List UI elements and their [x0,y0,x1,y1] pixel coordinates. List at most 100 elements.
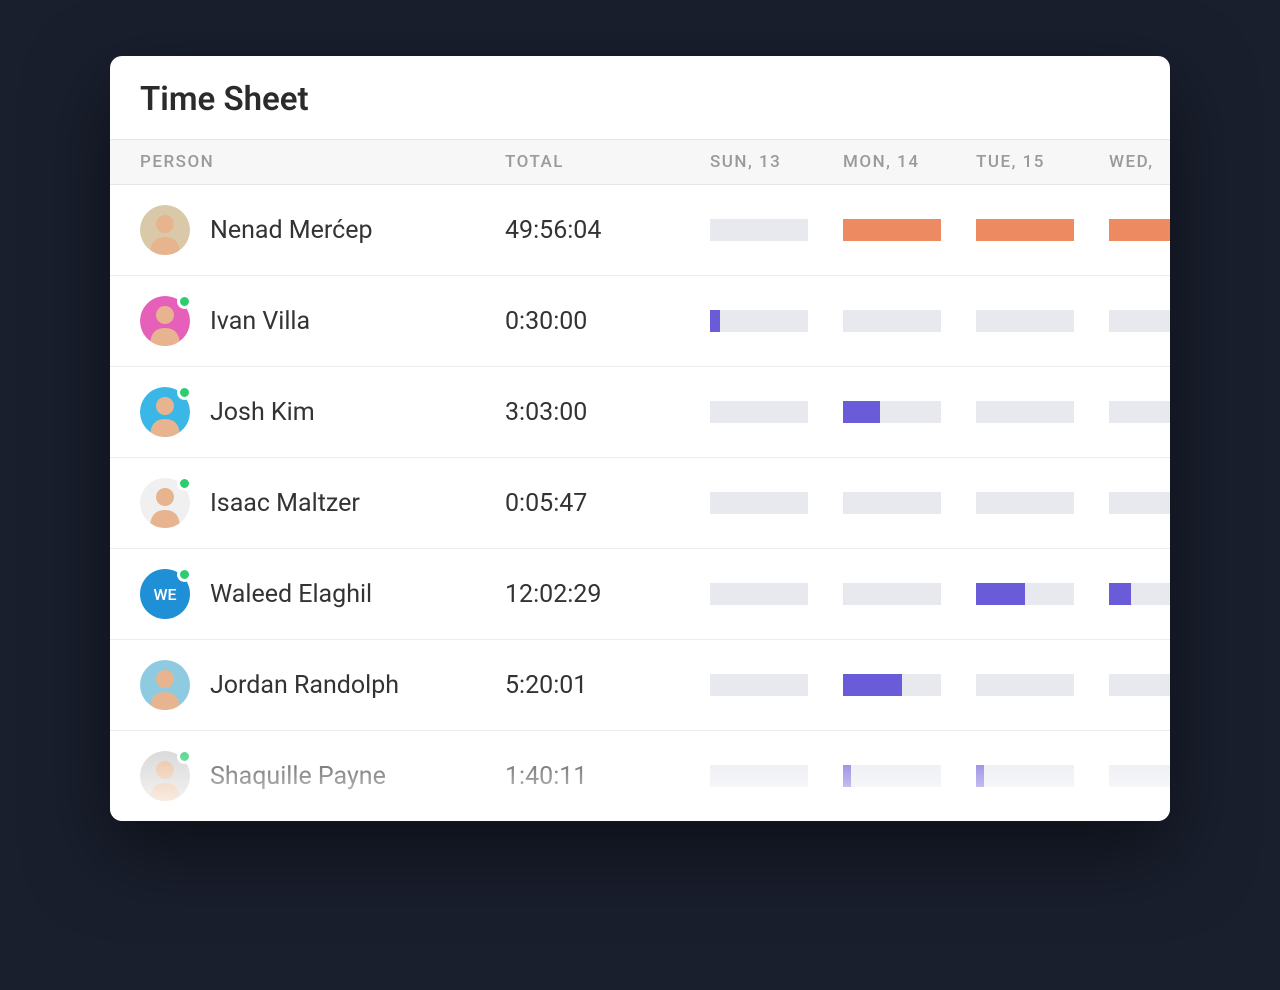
time-bar-fill [976,765,984,787]
online-status-indicator [177,476,192,491]
time-bar [710,583,808,605]
day-cell[interactable] [976,492,1109,514]
day-cell[interactable] [710,310,843,332]
day-cell[interactable] [710,401,843,423]
day-cell[interactable] [1109,219,1170,241]
time-bar [976,219,1074,241]
time-bar-fill [1109,583,1131,605]
total-time: 49:56:04 [505,216,710,245]
avatar[interactable] [140,478,190,528]
time-bar-fill [843,401,880,423]
time-bar [843,674,941,696]
time-bar [843,219,941,241]
day-cell[interactable] [976,401,1109,423]
person-cell: WE Waleed Elaghil [140,569,505,619]
total-time: 0:05:47 [505,489,710,518]
person-cell: Nenad Merćep [140,205,505,255]
table-row[interactable]: Jordan Randolph 5:20:01 [110,640,1170,731]
table-row[interactable]: Ivan Villa 0:30:00 [110,276,1170,367]
day-cell[interactable] [976,674,1109,696]
time-bar [976,765,1074,787]
person-name[interactable]: Ivan Villa [210,307,310,336]
total-time: 5:20:01 [505,671,710,700]
header-day-2[interactable]: TUE, 15 [976,152,1109,172]
time-bar [843,310,941,332]
total-time: 0:30:00 [505,307,710,336]
day-cell[interactable] [843,674,976,696]
time-bar [710,401,808,423]
day-cell[interactable] [710,765,843,787]
day-cell[interactable] [843,492,976,514]
time-bar [843,401,941,423]
header-day-1[interactable]: MON, 14 [843,152,976,172]
day-cell[interactable] [843,583,976,605]
header-person[interactable]: PERSON [140,152,505,172]
day-cell[interactable] [976,310,1109,332]
day-cell[interactable] [1109,492,1170,514]
day-cell[interactable] [710,492,843,514]
time-bar [843,765,941,787]
avatar[interactable] [140,205,190,255]
day-cell[interactable] [1109,674,1170,696]
table-row[interactable]: WE Waleed Elaghil 12:02:29 [110,549,1170,640]
time-bar [976,492,1074,514]
time-bar [1109,310,1170,332]
day-cell[interactable] [1109,401,1170,423]
time-bar-fill [843,219,941,241]
day-cell[interactable] [843,219,976,241]
day-cell[interactable] [710,583,843,605]
table-row[interactable]: Isaac Maltzer 0:05:47 [110,458,1170,549]
person-name[interactable]: Josh Kim [210,398,315,427]
person-cell: Jordan Randolph [140,660,505,710]
table-row[interactable]: Shaquille Payne 1:40:11 [110,731,1170,821]
header-total[interactable]: TOTAL [505,152,710,172]
time-bar-fill [976,583,1025,605]
day-cell[interactable] [976,765,1109,787]
person-name[interactable]: Waleed Elaghil [210,580,372,609]
day-cell[interactable] [843,310,976,332]
header-day-3[interactable]: WED, [1109,152,1170,172]
page-title: Time Sheet [110,56,1170,139]
time-bar [976,583,1074,605]
person-cell: Josh Kim [140,387,505,437]
day-cell[interactable] [1109,310,1170,332]
avatar-image [140,205,190,255]
table-row[interactable]: Josh Kim3:03:00 [110,367,1170,458]
time-bar [1109,583,1170,605]
header-day-0[interactable]: SUN, 13 [710,152,843,172]
person-name[interactable]: Jordan Randolph [210,671,399,700]
time-bar [1109,674,1170,696]
avatar[interactable] [140,660,190,710]
total-time: 12:02:29 [505,580,710,609]
day-cell[interactable] [843,401,976,423]
time-bar [710,310,808,332]
time-bar [976,401,1074,423]
day-cell[interactable] [710,674,843,696]
time-bar [1109,401,1170,423]
day-cell[interactable] [976,583,1109,605]
timesheet-card: Time Sheet PERSON TOTAL SUN, 13 MON, 14 … [110,56,1170,821]
time-bar [710,765,808,787]
time-bar [1109,765,1170,787]
time-bar-fill [843,765,851,787]
time-bar-fill [1109,219,1170,241]
person-name[interactable]: Isaac Maltzer [210,489,360,518]
total-time: 1:40:11 [505,762,710,791]
avatar[interactable]: WE [140,569,190,619]
person-name[interactable]: Shaquille Payne [210,762,386,791]
avatar[interactable] [140,296,190,346]
avatar[interactable] [140,751,190,801]
time-bar [976,674,1074,696]
table-row[interactable]: Nenad Merćep 49:56:04 [110,185,1170,276]
avatar[interactable] [140,387,190,437]
day-cell[interactable] [976,219,1109,241]
time-bar [976,310,1074,332]
day-cell[interactable] [1109,583,1170,605]
person-name[interactable]: Nenad Merćep [210,216,373,245]
time-bar [843,583,941,605]
online-status-indicator [177,567,192,582]
day-cell[interactable] [710,219,843,241]
day-cell[interactable] [1109,765,1170,787]
time-bar-fill [843,674,902,696]
day-cell[interactable] [843,765,976,787]
